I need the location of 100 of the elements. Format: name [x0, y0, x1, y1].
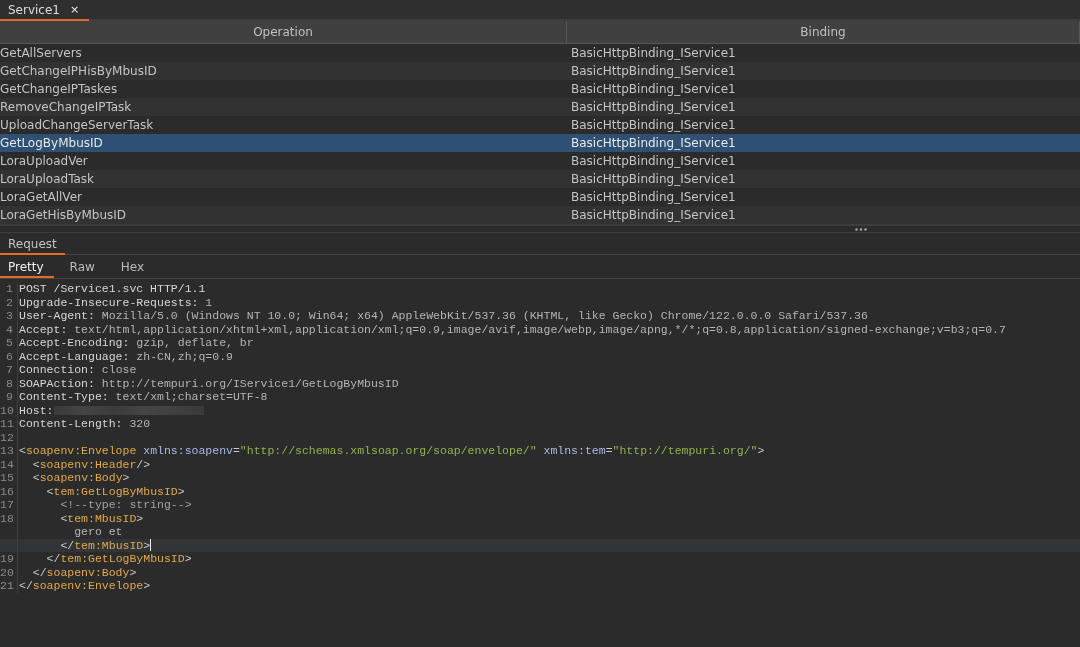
drag-handle-icon[interactable]	[855, 227, 867, 231]
code-token: close	[100, 363, 137, 377]
line-number: 21	[0, 579, 18, 593]
code-token: SOAPAction:	[19, 376, 95, 390]
code-token: =	[232, 444, 240, 458]
line-number: 17	[0, 498, 18, 512]
table-cell-text: LoraGetHisByMbusID	[0, 207, 128, 224]
line-number: 15	[0, 471, 18, 485]
code-token: <	[19, 444, 26, 458]
operation-row[interactable]: RemoveChangeIPTask BasicHttpBinding_IService1	[0, 98, 1080, 116]
table-cell-text: LoraUploadTask	[0, 171, 96, 188]
code-token: >	[177, 484, 185, 498]
code-token: POST /Service1.svc HTTP/1.1	[19, 282, 206, 296]
code-token: Accept-Language:	[19, 349, 130, 363]
line-number: 13	[0, 444, 18, 458]
code-token: </	[19, 579, 33, 593]
line-number: 12	[0, 430, 18, 444]
code-token: />	[136, 457, 151, 471]
table-cell-text: GetLogByMbusID	[0, 135, 104, 152]
code-token: zh-CN,zh;q=0.9	[135, 349, 233, 363]
code-token: soapenv:Header	[39, 457, 137, 471]
code-token: </	[45, 552, 61, 566]
code-token: <!--type: string-->	[59, 498, 192, 512]
code-token: text/html,application/xhtml+xml,application/xml;q=0.9,image/avif,image/webp,image/apng,*/*;q=0.8,application/signed-exchange;v=b3;q=0.7	[73, 322, 1006, 336]
code-token: xmlns:soapenv	[142, 444, 233, 458]
code-token: tem:MbusID	[74, 538, 144, 552]
line-number: 10	[0, 403, 18, 417]
code-token: <	[45, 484, 54, 498]
table-cell-text: BasicHttpBinding_IService1	[570, 153, 737, 170]
line-number: 11	[0, 417, 18, 431]
table-cell-text: UploadChangeServerTask	[0, 117, 155, 134]
table-cell-text: BasicHttpBinding_IService1	[570, 63, 737, 80]
view-tab[interactable]: Raw	[61, 257, 105, 278]
code-token: >	[136, 511, 144, 525]
code-token: </	[59, 538, 75, 552]
table-cell-text: BasicHttpBinding_IService1	[570, 45, 737, 62]
code-token: gero et	[73, 525, 123, 539]
operation-row[interactable]: LoraGetHisByMbusID BasicHttpBinding_IService1	[0, 206, 1080, 224]
code-token: http://tempuri.org/IService1/GetLogByMbusID	[100, 376, 399, 390]
column-header[interactable]: Binding	[567, 21, 1080, 43]
code-token: Accept:	[19, 322, 68, 336]
line-number: 1	[0, 282, 18, 296]
operation-row[interactable]: GetLogByMbusID BasicHttpBinding_IService1	[0, 134, 1080, 152]
code-token: User-Agent:	[19, 309, 95, 323]
code-token: tem:MbusID	[67, 511, 137, 525]
code-token: Content-Length:	[19, 417, 123, 431]
table-cell-text: BasicHttpBinding_IService1	[570, 117, 737, 134]
code-token: <	[31, 471, 40, 485]
close-icon[interactable]: ×	[70, 3, 80, 16]
code-token: <	[31, 457, 40, 471]
code-token: </	[31, 565, 47, 579]
line-number: 19	[0, 552, 18, 566]
code-token: tem:GetLogByMbusID	[53, 484, 178, 498]
table-cell-text: BasicHttpBinding_IService1	[570, 189, 737, 206]
operation-row[interactable]: GetChangeIPHisByMbusID BasicHttpBinding_IService1	[0, 62, 1080, 80]
table-cell-text: BasicHttpBinding_IService1	[570, 171, 737, 188]
line-number: 6	[0, 349, 18, 363]
code-token: Mozilla/5.0 (Windows NT 10.0; Win64; x64) AppleWebKit/537.36 (KHTML, like Gecko) Chrome/122.0.0.0 Safari/537.36	[100, 309, 868, 323]
code-token: >	[129, 565, 137, 579]
line-number: 8	[0, 376, 18, 390]
code-token: tem:GetLogByMbusID	[60, 552, 185, 566]
line-number: 5	[0, 336, 18, 350]
operation-row[interactable]: LoraUploadTask BasicHttpBinding_IService1	[0, 170, 1080, 188]
code-token: soapenv:Body	[39, 471, 123, 485]
code-token: >	[122, 471, 130, 485]
code-token: >	[757, 444, 765, 458]
code-token: <	[59, 511, 68, 525]
code-token: soapenv:Envelope	[32, 579, 144, 593]
code-token: Accept-Encoding:	[19, 336, 130, 350]
code-token: Connection:	[19, 363, 95, 377]
line-number: 14	[0, 457, 18, 471]
table-cell-text: LoraGetAllVer	[0, 189, 83, 206]
text-cursor	[150, 539, 152, 552]
table-cell-text: GetChangeIPHisByMbusID	[0, 63, 158, 80]
column-header[interactable]: Operation	[0, 21, 567, 43]
code-token: >	[143, 538, 151, 552]
code-token: text/xml;charset=UTF-8	[114, 390, 268, 404]
table-cell-text: GetChangeIPTaskes	[0, 81, 119, 98]
table-cell-text: BasicHttpBinding_IService1	[570, 135, 737, 152]
line-number: 4	[0, 322, 18, 336]
code-token: Host:	[19, 403, 54, 417]
code-token: >	[184, 552, 192, 566]
table-cell-text: BasicHttpBinding_IService1	[570, 207, 737, 224]
code-token: soapenv:Envelope	[25, 444, 137, 458]
code-token: =	[605, 444, 613, 458]
line-number: 3	[0, 309, 18, 323]
line-number: 18	[0, 511, 18, 525]
table-cell-text: LoraUploadVer	[0, 153, 89, 170]
code-token: 1	[204, 295, 213, 309]
code-token: "http://tempuri.org/"	[612, 444, 758, 458]
line-number: 16	[0, 484, 18, 498]
code-token: 320	[128, 417, 151, 431]
code-token: "http://schemas.xmlsoap.org/soap/envelope/"	[239, 444, 537, 458]
view-tab[interactable]: Hex	[112, 257, 155, 278]
code-token: Upgrade-Insecure-Requests:	[19, 295, 199, 309]
view-tab[interactable]: Pretty	[0, 257, 54, 278]
code-token: xmlns:tem	[542, 444, 606, 458]
request-tab[interactable]: Request	[0, 235, 65, 255]
table-cell-text: GetAllServers	[0, 45, 83, 62]
line-number: 20	[0, 565, 18, 579]
